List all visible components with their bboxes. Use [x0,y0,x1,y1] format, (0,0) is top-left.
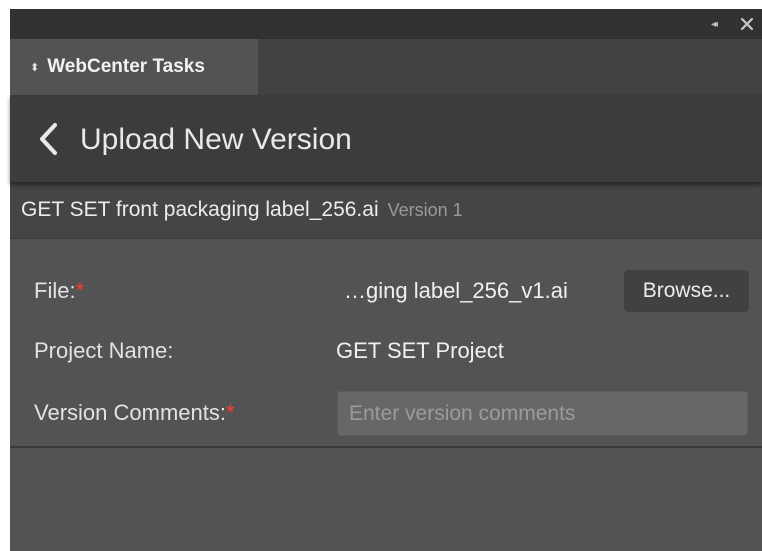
collapse-panel-icon[interactable]: ◂◂ [706,17,720,31]
close-icon[interactable] [738,15,756,33]
browse-button[interactable]: Browse... [624,270,749,312]
file-value: …ging label_256_v1.ai [344,278,568,303]
upload-form: File:* …ging label_256_v1.ai Browse... P… [10,240,762,448]
document-info-bar: GET SET front packaging label_256.ai Ver… [10,182,762,239]
file-label: File:* [34,278,84,304]
file-label-text: File: [34,278,76,303]
project-name-label: Project Name: [34,338,174,363]
version-comments-label: Version Comments:* [34,400,235,426]
back-chevron-icon[interactable] [34,120,64,158]
tab-label: WebCenter Tasks [47,56,205,77]
project-name-value: GET SET Project [336,338,504,363]
page-header: Upload New Version [10,95,762,182]
up-down-arrows-icon: ⬍ [30,60,40,74]
tab-webcenter-tasks[interactable]: ⬍ WebCenter Tasks [10,39,258,95]
version-comments-input[interactable] [337,391,748,436]
webcenter-panel: ◂◂ ⬍ WebCenter Tasks Upload New Version … [10,9,762,551]
document-name: GET SET front packaging label_256.ai [21,198,379,221]
empty-content-area [10,448,762,551]
file-required-marker: * [75,278,85,303]
page-title: Upload New Version [80,123,352,156]
document-version: Version 1 [387,199,463,220]
comments-required-marker: * [225,400,235,425]
version-comments-label-text: Version Comments: [34,400,226,425]
tab-strip: ⬍ WebCenter Tasks [10,39,762,95]
panel-titlebar: ◂◂ [10,9,762,39]
